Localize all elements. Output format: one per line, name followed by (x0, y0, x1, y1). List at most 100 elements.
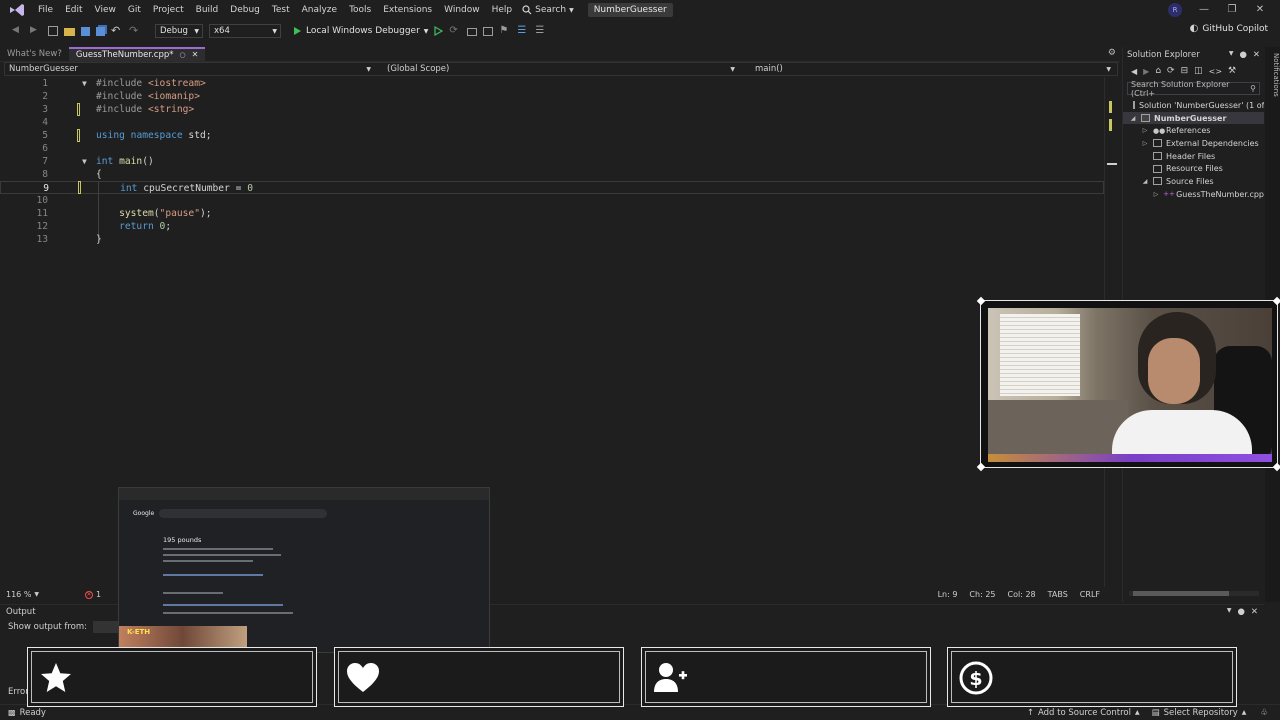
bookmark-icon[interactable]: ⚑ (499, 25, 511, 37)
code-view-icon[interactable]: <> (1209, 67, 1222, 76)
code-line[interactable]: 4 (0, 116, 1104, 129)
expanded-icon[interactable]: ◢ (1129, 115, 1137, 122)
code-line[interactable]: 11 system("pause"); (0, 207, 1104, 220)
code-line[interactable]: 2 #include <iomanip> (0, 90, 1104, 103)
char-indicator[interactable]: Ch: 25 (963, 590, 1001, 599)
tree-item-solution[interactable]: Solution 'NumberGuesser' (1 of (1123, 99, 1264, 112)
save-all-icon[interactable] (96, 26, 105, 36)
browse-icon[interactable] (467, 28, 478, 36)
subscribe-box[interactable] (641, 647, 931, 707)
tab-whats-new[interactable]: What's New? (0, 47, 69, 61)
tree-item-header-files[interactable]: Header Files (1123, 150, 1264, 163)
code-line[interactable]: 13 } (0, 233, 1104, 246)
back-icon[interactable]: ◀ (1131, 67, 1137, 76)
layout-icon[interactable] (483, 26, 494, 36)
like-box[interactable] (334, 647, 624, 707)
close-icon[interactable]: ✕ (1254, 4, 1266, 16)
start-debugging-button[interactable]: Local Windows Debugger ▼ (293, 26, 428, 36)
hot-reload-icon[interactable]: ⟳ (449, 25, 461, 37)
project-dropdown[interactable]: NumberGuesser ▼ (5, 63, 375, 75)
notifications-bell-icon[interactable]: ♧ (1260, 708, 1268, 718)
github-copilot-button[interactable]: ◐ GitHub Copilot (1190, 23, 1268, 34)
save-icon[interactable] (81, 26, 90, 36)
close-icon[interactable]: ✕ (192, 49, 199, 61)
tabs-indicator[interactable]: TABS (1042, 590, 1074, 599)
eol-indicator[interactable]: CRLF (1074, 590, 1106, 599)
menu-window[interactable]: Window (438, 0, 486, 20)
donate-box[interactable]: $ (947, 647, 1237, 707)
code-line[interactable]: 8 { (0, 168, 1104, 181)
platform-select[interactable]: x64 ▼ (209, 24, 281, 38)
restore-icon[interactable]: ❐ (1226, 4, 1238, 16)
zoom-dropdown[interactable]: 116 % ▼ (0, 590, 45, 599)
browser-preview-thumbnail[interactable]: Google 195 pounds K-ETH (118, 487, 490, 653)
member-dropdown[interactable]: main() ▼ (739, 63, 1115, 75)
pin-icon[interactable]: ● (1239, 50, 1246, 60)
source-control-button[interactable]: ↑ Add to Source Control ▲ (1027, 708, 1140, 718)
current-code-line[interactable]: 9 int cpuSecretNumber = 0 (0, 181, 1104, 194)
follow-box[interactable] (27, 647, 317, 707)
forward-icon[interactable]: ▶ (30, 25, 42, 37)
tree-item-resource-files[interactable]: Resource Files (1123, 162, 1264, 175)
close-icon[interactable]: ✕ (1251, 607, 1258, 617)
error-count[interactable]: ✕ 1 (79, 590, 107, 599)
collapsed-icon[interactable]: ▷ (1141, 140, 1149, 147)
code-line[interactable]: 1 ▼ #include <iostream> (0, 77, 1104, 90)
code-line[interactable]: 3 #include <string> (0, 103, 1104, 116)
start-without-debugging-icon[interactable] (434, 26, 444, 36)
solution-search-input[interactable]: Search Solution Explorer (Ctrl+ ⚲ (1127, 80, 1260, 98)
menu-debug[interactable]: Debug (224, 0, 266, 20)
collapse-icon[interactable]: ▼ (82, 155, 87, 168)
close-icon[interactable]: ✕ (1253, 50, 1260, 60)
tree-item-source-files[interactable]: ◢ Source Files (1123, 175, 1264, 188)
menu-edit[interactable]: Edit (59, 0, 88, 20)
tree-item-references[interactable]: ▷ ●● References (1123, 124, 1264, 137)
menu-project[interactable]: Project (147, 0, 190, 20)
uncomment-icon[interactable]: ☰ (535, 25, 547, 37)
collapsed-icon[interactable]: ▷ (1141, 127, 1149, 134)
sync-icon[interactable]: ⟳ (1167, 66, 1175, 76)
line-indicator[interactable]: Ln: 9 (932, 590, 964, 599)
redo-icon[interactable]: ↷ (129, 25, 141, 37)
pin-icon[interactable]: ○ (180, 49, 186, 61)
open-folder-icon[interactable] (64, 28, 75, 36)
menu-git[interactable]: Git (122, 0, 147, 20)
menu-view[interactable]: View (89, 0, 122, 20)
collapse-all-icon[interactable]: ⊟ (1181, 66, 1189, 76)
horizontal-scrollbar[interactable] (1129, 591, 1259, 596)
menu-analyze[interactable]: Analyze (296, 0, 343, 20)
expanded-icon[interactable]: ◢ (1141, 178, 1149, 185)
menu-help[interactable]: Help (486, 0, 519, 20)
menu-test[interactable]: Test (266, 0, 296, 20)
new-project-icon[interactable] (48, 26, 58, 36)
search-menu[interactable]: Search ▼ (518, 5, 582, 15)
tab-guess-the-number[interactable]: GuessTheNumber.cpp* ○ ✕ (68, 47, 206, 61)
tree-item-external-dependencies[interactable]: ▷ External Dependencies (1123, 137, 1264, 150)
minimize-icon[interactable]: — (1198, 4, 1210, 16)
chevron-down-icon[interactable]: ▼ (1229, 50, 1234, 60)
tree-item-cpp-file[interactable]: ▷ ++ GuessTheNumber.cpp (1123, 188, 1264, 201)
menu-tools[interactable]: Tools (343, 0, 377, 20)
code-line[interactable]: 7 ▼ int main() (0, 155, 1104, 168)
code-line[interactable]: 6 (0, 142, 1104, 155)
avatar[interactable]: R (1168, 3, 1182, 17)
home-icon[interactable]: ⌂ (1155, 66, 1161, 76)
scope-dropdown[interactable]: (Global Scope) ▼ (375, 63, 739, 75)
select-repository-button[interactable]: ▤ Select Repository ▲ (1152, 708, 1247, 718)
configuration-select[interactable]: Debug ▼ (155, 24, 203, 38)
menu-extensions[interactable]: Extensions (377, 0, 438, 20)
pin-icon[interactable]: ● (1237, 607, 1244, 617)
forward-icon[interactable]: ▶ (1143, 67, 1149, 76)
code-line[interactable]: 5 using namespace std; (0, 129, 1104, 142)
gear-icon[interactable]: ⚙ (1108, 48, 1116, 58)
code-line[interactable]: 10 (0, 194, 1104, 207)
undo-icon[interactable]: ↶ (111, 25, 123, 37)
comment-icon[interactable]: ☰ (517, 25, 529, 37)
col-indicator[interactable]: Col: 28 (1002, 590, 1042, 599)
collapse-icon[interactable]: ▼ (82, 77, 87, 90)
chevron-down-icon[interactable]: ▼ (1227, 607, 1232, 617)
tree-item-project[interactable]: ◢ NumberGuesser (1123, 111, 1264, 125)
back-icon[interactable]: ◀ (12, 25, 24, 37)
show-all-files-icon[interactable]: ◫ (1194, 66, 1203, 76)
collapsed-icon[interactable]: ▷ (1153, 191, 1159, 198)
